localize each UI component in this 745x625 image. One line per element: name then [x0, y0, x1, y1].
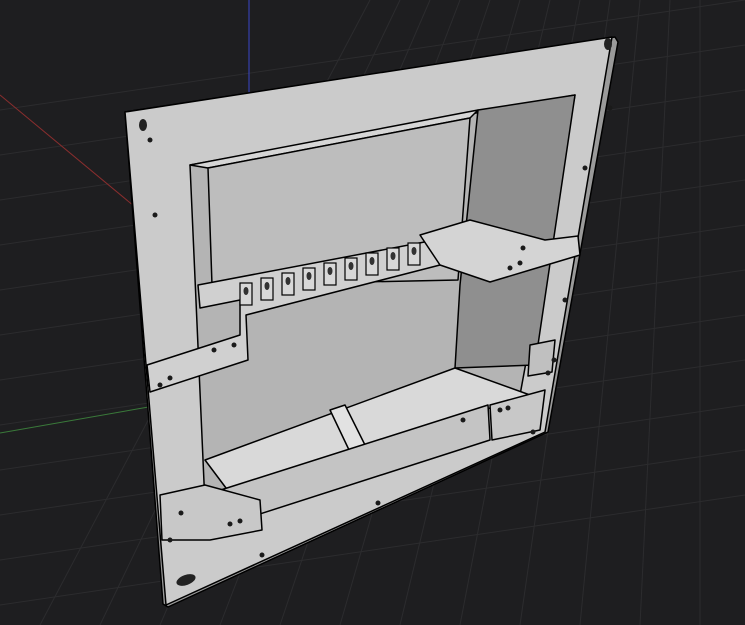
comb-tooth-slot: [306, 272, 312, 280]
mounting-hole: [505, 405, 511, 411]
comb-tooth-slot: [285, 277, 291, 285]
mounting-hole: [152, 212, 158, 218]
comb-tooth-slot: [369, 257, 375, 265]
mounting-hole: [520, 245, 526, 251]
mounting-hole: [211, 347, 217, 353]
comb-tooth-slot: [348, 262, 354, 270]
grid-line: [639, 0, 671, 625]
mounting-hole: [157, 382, 163, 388]
slot-top-left: [139, 119, 147, 131]
mounting-hole: [178, 510, 184, 516]
3d-viewport[interactable]: [0, 0, 745, 625]
mounting-hole: [530, 429, 536, 435]
slot-top-right: [604, 38, 612, 50]
comb-tooth-slot: [243, 287, 249, 295]
y-axis: [0, 404, 161, 434]
mounting-hole: [562, 297, 568, 303]
mounting-hole: [167, 375, 173, 381]
sheet-metal-panel[interactable]: [124, 36, 619, 608]
comb-tooth-slot: [390, 252, 396, 260]
mounting-hole: [167, 537, 173, 543]
comb-tooth-slot: [327, 267, 333, 275]
viewport-canvas[interactable]: [0, 0, 745, 625]
mounting-hole: [582, 165, 588, 171]
mounting-hole: [375, 500, 381, 506]
mounting-hole: [507, 265, 513, 271]
mounting-hole: [259, 552, 265, 558]
comb-tooth-slot: [264, 282, 270, 290]
comb-tooth-slot: [411, 247, 417, 255]
mounting-hole: [237, 518, 243, 524]
mounting-hole: [231, 342, 237, 348]
mounting-hole: [607, 105, 613, 111]
right-side-tab: [527, 339, 556, 377]
mounting-hole: [517, 260, 523, 266]
mounting-hole: [227, 521, 233, 527]
mounting-hole: [551, 357, 557, 363]
mounting-hole: [545, 370, 551, 376]
mounting-hole: [147, 137, 153, 143]
mounting-hole: [460, 417, 466, 423]
mounting-hole: [497, 407, 503, 413]
